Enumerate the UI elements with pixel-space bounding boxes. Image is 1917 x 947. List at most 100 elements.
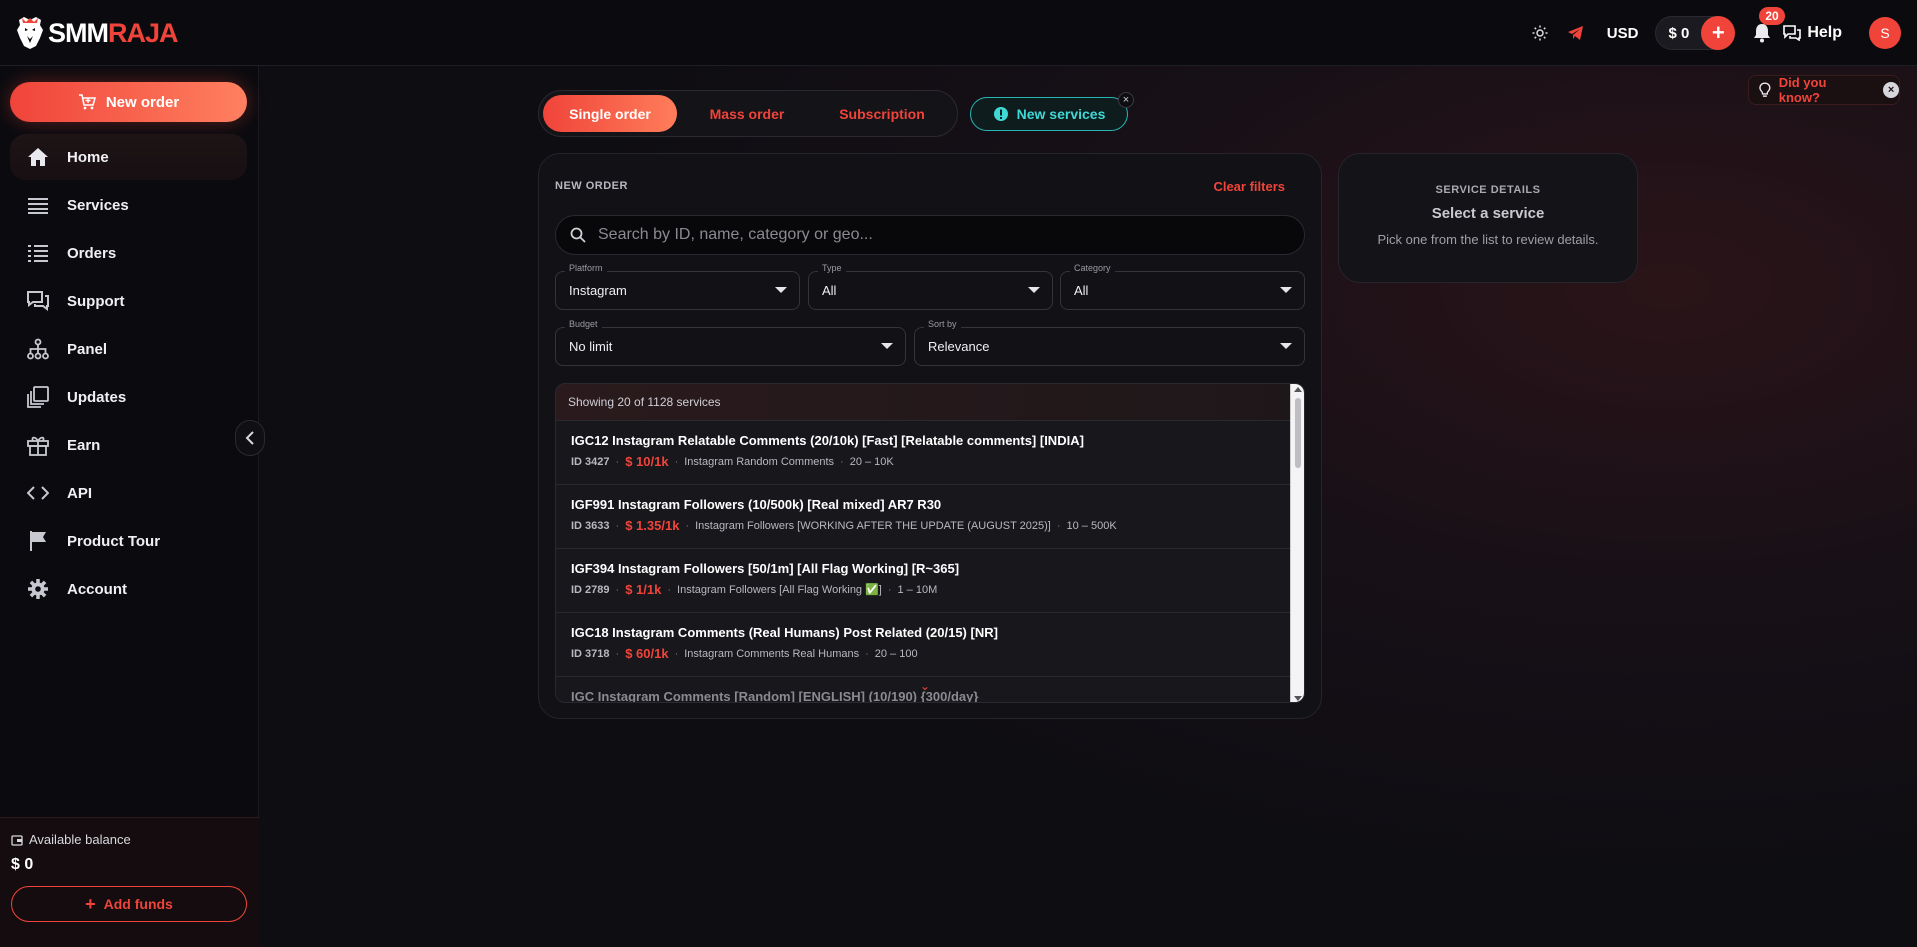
service-price: $ 1/1k [625, 582, 662, 597]
add-funds-button[interactable]: + Add funds [11, 886, 247, 922]
tab-single-order[interactable]: Single order [543, 95, 677, 132]
info-badge-icon [993, 107, 1008, 121]
service-price: $ 60/1k [625, 646, 669, 661]
service-name: IGF991 Instagram Followers (10/500k) [Re… [571, 497, 942, 512]
clear-filters-link[interactable]: Clear filters [1213, 179, 1285, 194]
category-value: All [1074, 283, 1089, 298]
sidebar-item-label: Panel [67, 340, 108, 358]
sort-select[interactable]: Sort by Relevance [914, 319, 1305, 366]
chevron-left-icon [245, 431, 254, 445]
budget-select[interactable]: Budget No limit [555, 319, 906, 366]
new-order-button[interactable]: New order [10, 82, 247, 122]
caret-down-icon [775, 287, 787, 293]
sidebar-item-api[interactable]: API [10, 470, 247, 516]
card-title: NEW ORDER [555, 180, 628, 192]
telegram-icon[interactable] [1565, 22, 1587, 44]
service-price: $ 10/1k [625, 454, 669, 469]
orders-icon [27, 242, 49, 264]
caret-down-icon [881, 343, 893, 349]
notifications-bell-icon[interactable]: 20 [1749, 7, 1785, 46]
did-you-know-button[interactable]: Did you know? × [1748, 75, 1900, 105]
platform-select[interactable]: Platform Instagram [555, 263, 800, 310]
details-hint: Pick one from the list to review details… [1377, 232, 1599, 247]
lightbulb-icon [1759, 82, 1771, 97]
chat-icon [1783, 25, 1802, 41]
budget-label: Budget [565, 319, 602, 329]
header-balance[interactable]: $ 0 + [1655, 16, 1736, 50]
tab-subscription[interactable]: Subscription [817, 95, 947, 132]
service-name: IGF394 Instagram Followers [50/1m] [All … [571, 561, 960, 576]
theme-toggle-sun-icon[interactable] [1529, 22, 1551, 44]
caret-down-icon [1280, 343, 1292, 349]
sidebar: New order Home Services Orders Support P… [0, 66, 259, 947]
did-you-know-close-icon[interactable]: × [1883, 82, 1899, 98]
service-category: Instagram Followers [WORKING AFTER THE U… [695, 519, 1051, 532]
caret-down-icon [1280, 287, 1292, 293]
code-icon [27, 482, 49, 504]
user-avatar[interactable]: S [1869, 17, 1901, 49]
sort-label: Sort by [924, 319, 961, 329]
scroll-down-arrow-icon[interactable] [1294, 696, 1302, 701]
scrollbar-thumb[interactable] [1295, 398, 1301, 468]
new-services-button[interactable]: New services [970, 97, 1128, 131]
details-subtitle: Select a service [1431, 205, 1545, 222]
balance-label: Available balance [29, 832, 131, 847]
sidebar-item-account[interactable]: Account [10, 566, 247, 612]
service-id: ID 3633 [571, 519, 610, 532]
did-you-know-label: Did you know? [1778, 75, 1827, 105]
sidebar-item-product-tour[interactable]: Product Tour [10, 518, 247, 564]
caret-down-icon [1028, 287, 1040, 293]
logo[interactable]: SMMRAJA [16, 16, 179, 50]
top-header: SMMRAJA USD $ 0 + 20 Help S [0, 0, 1917, 66]
services-count: Showing 20 of 1128 services [556, 384, 1304, 421]
panel-icon [27, 338, 49, 360]
platform-label: Platform [565, 263, 607, 273]
currency-selector[interactable]: USD [1607, 25, 1639, 42]
sidebar-item-orders[interactable]: Orders [10, 230, 247, 276]
collapse-sidebar-button[interactable] [235, 420, 265, 456]
lion-logo-icon [17, 17, 43, 49]
add-balance-button[interactable]: + [1701, 16, 1736, 50]
tab-mass-order[interactable]: Mass order [677, 95, 817, 132]
type-value: All [822, 283, 837, 298]
sidebar-nav: Home Services Orders Support Panel Updat… [10, 134, 247, 614]
service-row[interactable]: IGF394 Instagram Followers [50/1m] [All … [556, 549, 1290, 613]
category-select[interactable]: Category All [1060, 263, 1305, 310]
service-category: Instagram Followers [All Flag Working ✅] [677, 584, 882, 596]
service-search[interactable] [555, 215, 1305, 255]
sidebar-item-label: Earn [67, 436, 101, 454]
sidebar-item-label: Product Tour [67, 532, 161, 550]
notifications-badge: 20 [1759, 7, 1785, 25]
sidebar-item-label: Orders [67, 244, 117, 262]
service-id: ID 3427 [571, 455, 610, 468]
service-row[interactable]: IGC12 Instagram Relatable Comments (20/1… [556, 421, 1290, 485]
help-button[interactable]: Help [1783, 24, 1842, 42]
sidebar-item-home[interactable]: Home [10, 134, 247, 180]
wallet-icon [11, 834, 23, 846]
new-order-card: NEW ORDER Clear filters Platform Instagr… [538, 153, 1322, 719]
flag-icon [27, 530, 49, 552]
category-label: Category [1070, 263, 1115, 273]
gear-icon [27, 578, 49, 600]
scroll-more-chevron-icon[interactable]: ⌄ [920, 679, 930, 693]
service-details-card: SERVICE DETAILS Select a service Pick on… [1338, 153, 1638, 283]
service-row[interactable]: IGF991 Instagram Followers (10/500k) [Re… [556, 485, 1290, 549]
gift-icon [27, 434, 49, 456]
sidebar-item-updates[interactable]: Updates [10, 374, 247, 420]
service-row[interactable]: IGC18 Instagram Comments (Real Humans) P… [556, 613, 1290, 677]
sidebar-item-services[interactable]: Services [10, 182, 247, 228]
sidebar-item-label: Home [67, 148, 109, 166]
service-range: 1 – 10M [897, 583, 938, 596]
sidebar-item-panel[interactable]: Panel [10, 326, 247, 372]
scroll-up-arrow-icon[interactable] [1294, 387, 1302, 392]
new-services-close-icon[interactable]: × [1118, 92, 1134, 108]
type-select[interactable]: Type All [808, 263, 1053, 310]
sidebar-item-label: Updates [67, 388, 127, 406]
search-input[interactable] [598, 226, 1278, 244]
sidebar-item-support[interactable]: Support [10, 278, 247, 324]
service-name: IGC Instagram Comments [Random] [ENGLISH… [571, 689, 979, 703]
sidebar-item-earn[interactable]: Earn [10, 422, 247, 468]
service-range: 10 – 500K [1066, 519, 1117, 532]
services-scrollbar[interactable] [1290, 384, 1304, 702]
plus-icon: + [85, 894, 96, 914]
